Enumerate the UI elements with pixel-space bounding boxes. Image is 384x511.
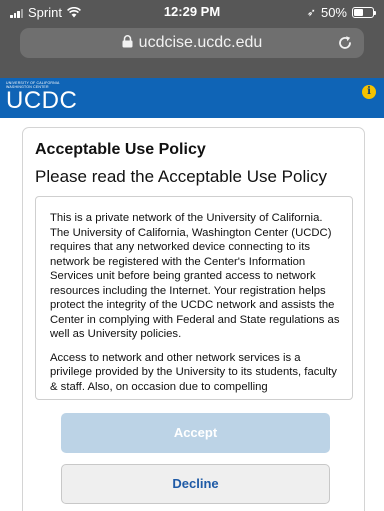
url-bar[interactable]: ucdcise.ucdc.edu: [20, 28, 364, 58]
site-header: University of California Washington Cent…: [0, 78, 384, 118]
url-display[interactable]: ucdcise.ucdc.edu: [20, 34, 364, 52]
accept-button[interactable]: Accept: [61, 413, 330, 453]
policy-subtitle: Please read the Acceptable Use Policy: [35, 167, 328, 186]
browser-chrome: Sprint 12:29 PM ➶ 50% ucdcise.ucdc.edu: [0, 0, 384, 78]
policy-text-box[interactable]: This is a private network of the Univers…: [35, 196, 353, 400]
policy-paragraph: This is a private network of the Univers…: [50, 212, 340, 340]
policy-card: Acceptable Use Policy Please read the Ac…: [22, 127, 365, 511]
status-bar: Sprint 12:29 PM ➶ 50%: [0, 0, 384, 24]
ucdc-logo[interactable]: University of California Washington Cent…: [6, 81, 77, 113]
lock-icon: [122, 35, 133, 48]
url-text: ucdcise.ucdc.edu: [138, 34, 263, 51]
reload-icon[interactable]: [336, 34, 354, 52]
status-right: ➶ 50%: [306, 5, 376, 20]
policy-title: Acceptable Use Policy: [35, 141, 206, 158]
policy-paragraph: Access to network and other network serv…: [50, 351, 337, 393]
logo-text: UCDC: [6, 87, 78, 114]
info-icon[interactable]: i: [362, 85, 376, 99]
battery-icon: [352, 7, 376, 18]
location-arrow-icon: ➶: [306, 7, 316, 19]
battery-percent: 50%: [320, 5, 347, 20]
decline-button[interactable]: Decline: [61, 464, 330, 504]
